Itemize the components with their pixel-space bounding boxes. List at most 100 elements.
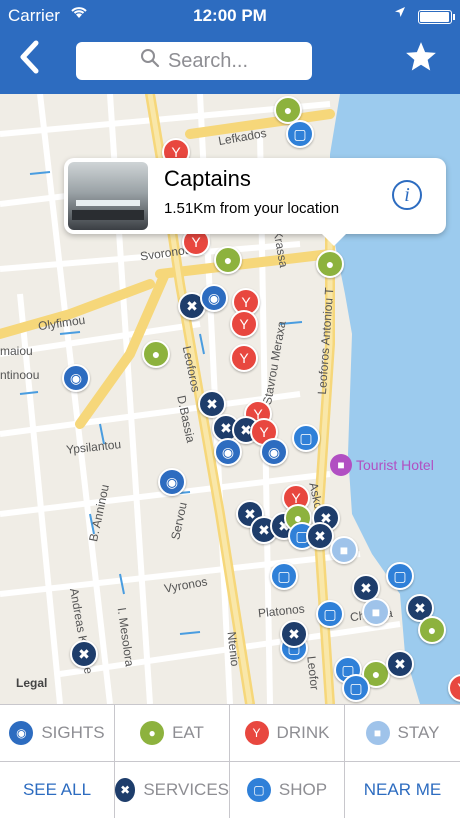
cocktail-icon: Y (259, 424, 269, 440)
legal-link[interactable]: Legal (16, 676, 47, 690)
shopping-bag-icon: ▢ (349, 679, 363, 696)
wrench-icon: ✖ (394, 655, 406, 672)
place-thumbnail (68, 162, 148, 230)
cocktail-icon: Y (241, 294, 251, 310)
wrench-icon: ✖ (115, 778, 136, 802)
favorite-button[interactable] (404, 40, 438, 83)
star-icon (406, 42, 436, 71)
wrench-icon: ✖ (314, 527, 326, 544)
search-placeholder: Search... (167, 49, 249, 72)
cocktail-icon: Y (244, 721, 269, 745)
shop-pin[interactable]: ▢ (292, 424, 320, 452)
plate-icon: ● (151, 346, 161, 362)
shop-pin[interactable]: ▢ (316, 600, 344, 628)
cocktail-icon: Y (239, 350, 249, 366)
back-button[interactable] (18, 40, 52, 80)
shopping-bag-icon: ▢ (277, 567, 291, 584)
wrench-icon: ✖ (186, 297, 198, 314)
street-label: maiou (0, 344, 33, 358)
tab-near-me[interactable]: NEAR ME (345, 762, 460, 818)
location-arrow-icon (394, 5, 406, 22)
place-distance: 1.51Km from your location (164, 200, 340, 217)
cocktail-icon: Y (239, 316, 249, 332)
plate-icon: ● (427, 622, 437, 638)
bed-icon: ■ (330, 454, 352, 476)
bed-icon: ■ (339, 542, 349, 558)
tab-services-label: SERVICES (143, 780, 229, 799)
shopping-bag-icon: ▢ (323, 605, 337, 622)
camera-icon: ◉ (9, 721, 34, 745)
camera-icon: ◉ (207, 289, 221, 306)
tab-sights-label: SIGHTS (41, 723, 105, 742)
sights-pin[interactable]: ◉ (260, 438, 288, 466)
navigation-bar: Carrier 12:00 PM Search... (0, 0, 460, 94)
clock: 12:00 PM (193, 6, 267, 25)
shopping-bag-icon: ▢ (293, 125, 307, 142)
camera-icon: ◉ (165, 473, 179, 490)
tab-see-all[interactable]: SEE ALL (0, 762, 115, 818)
tab-shop[interactable]: ▢ SHOP (230, 762, 345, 818)
services-pin[interactable]: ✖ (280, 620, 308, 648)
tab-drink-label: DRINK (276, 723, 330, 742)
eat-pin[interactable]: ● (316, 250, 344, 278)
map-view[interactable]: Lefkados Svoronou Krassa Stavrou Meraxa … (0, 94, 460, 704)
drink-pin[interactable]: Y (230, 344, 258, 372)
plate-icon: ● (283, 102, 293, 118)
info-button[interactable]: i (392, 180, 422, 210)
tab-near-me-label: NEAR ME (363, 780, 442, 799)
camera-icon: ◉ (267, 443, 281, 460)
tab-stay[interactable]: ■ STAY (345, 705, 460, 762)
hotel-poi-label: Tourist Hotel (356, 457, 434, 473)
sights-pin[interactable]: ◉ (200, 284, 228, 312)
tab-shop-label: SHOP (278, 780, 328, 799)
tab-drink[interactable]: Y DRINK (230, 705, 345, 762)
place-title: Captains (164, 166, 251, 191)
tab-eat[interactable]: ● EAT (115, 705, 230, 762)
street-label: ntinoou (0, 368, 40, 382)
search-input[interactable]: Search... (76, 42, 312, 80)
wrench-icon: ✖ (288, 625, 300, 642)
eat-pin[interactable]: ● (142, 340, 170, 368)
shopping-bag-icon: ▢ (246, 778, 271, 802)
eat-pin[interactable]: ● (418, 616, 446, 644)
tab-services[interactable]: ✖ SERVICES (115, 762, 230, 818)
bed-icon: ■ (371, 604, 381, 620)
sights-pin[interactable]: ◉ (214, 438, 242, 466)
shop-pin[interactable]: ▢ (270, 562, 298, 590)
tab-see-all-label: SEE ALL (22, 780, 92, 799)
shop-pin[interactable]: ▢ (286, 120, 314, 148)
eat-pin[interactable]: ● (214, 246, 242, 274)
plate-icon: ● (325, 256, 335, 272)
sights-pin[interactable]: ■ (330, 536, 358, 564)
shop-pin[interactable]: ▢ (342, 674, 370, 702)
services-pin[interactable]: ✖ (386, 650, 414, 678)
shopping-bag-icon: ▢ (299, 429, 313, 446)
services-pin[interactable]: ✖ (70, 640, 98, 668)
stay-pin[interactable]: ■ (362, 598, 390, 626)
tab-eat-label: EAT (172, 723, 204, 742)
hotel-poi[interactable]: ■ Tourist Hotel (330, 454, 434, 476)
battery-icon (418, 10, 455, 24)
shop-pin[interactable]: ▢ (386, 562, 414, 590)
bed-icon: ■ (365, 721, 390, 745)
plate-icon: ● (223, 252, 233, 268)
status-bar: Carrier 12:00 PM (0, 0, 460, 32)
wrench-icon: ✖ (360, 579, 372, 596)
plate-icon: ● (140, 721, 165, 745)
drink-pin[interactable]: Y (230, 310, 258, 338)
plate-icon: ● (371, 666, 381, 682)
search-icon (140, 48, 160, 74)
wrench-icon: ✖ (78, 645, 90, 662)
wrench-icon: ✖ (206, 395, 218, 412)
tab-sights[interactable]: ◉ SIGHTS (0, 705, 115, 762)
category-grid: ◉ SIGHTS ● EAT Y DRINK ■ STAY SEE ALL ✖ … (0, 704, 460, 818)
wrench-icon: ✖ (258, 521, 270, 538)
tab-stay-label: STAY (397, 723, 440, 742)
info-icon: i (404, 183, 410, 206)
place-callout[interactable]: Captains 1.51Km from your location i (64, 158, 446, 246)
shopping-bag-icon: ▢ (393, 567, 407, 584)
sights-pin[interactable]: ◉ (158, 468, 186, 496)
camera-icon: ◉ (69, 369, 83, 386)
cocktail-icon: Y (191, 234, 201, 250)
sights-pin[interactable]: ◉ (62, 364, 90, 392)
